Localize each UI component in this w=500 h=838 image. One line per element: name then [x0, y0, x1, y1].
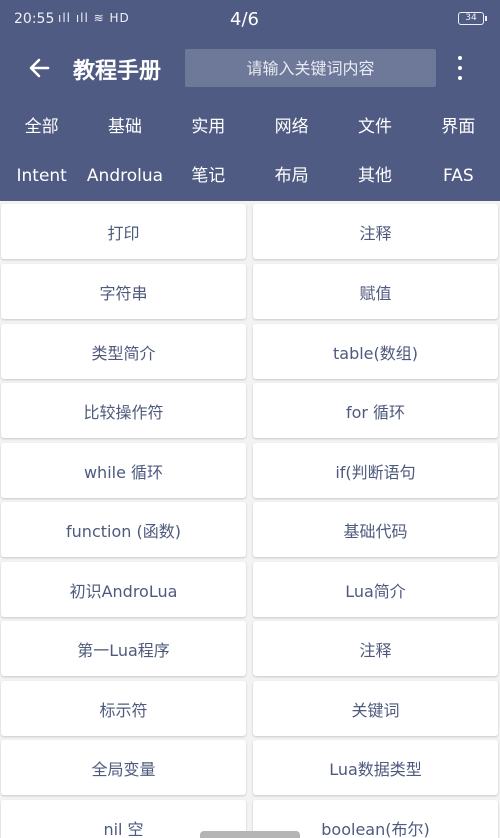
- tutorial-item[interactable]: 标示符: [1, 681, 246, 736]
- tutorial-item[interactable]: 字符串: [1, 264, 246, 319]
- more-options-button[interactable]: [450, 52, 470, 84]
- tutorial-item[interactable]: table(数组): [253, 324, 498, 379]
- page-indicator: 4/6: [230, 9, 259, 30]
- back-button[interactable]: [26, 54, 54, 82]
- arrow-left-icon: [29, 58, 50, 78]
- tab-other[interactable]: 其他: [333, 152, 416, 200]
- tab-practical[interactable]: 实用: [167, 103, 250, 151]
- tutorial-item[interactable]: 类型简介: [1, 324, 246, 379]
- tutorial-item[interactable]: 关键词: [253, 681, 498, 736]
- tab-layout[interactable]: 布局: [250, 152, 333, 200]
- tutorial-item[interactable]: 初识AndroLua: [1, 562, 246, 617]
- search-input[interactable]: [185, 49, 436, 87]
- app-header: 20:55 ıll ıll ≋ HD 4/6 34 教程手册 全部 基础 实用 …: [0, 0, 500, 201]
- tab-intent[interactable]: Intent: [0, 152, 83, 200]
- tutorial-item[interactable]: 第一Lua程序: [1, 621, 246, 676]
- tutorial-item[interactable]: 打印: [1, 204, 246, 259]
- tutorial-item[interactable]: 赋值: [253, 264, 498, 319]
- tutorial-item[interactable]: Lua数据类型: [253, 740, 498, 795]
- tutorial-item[interactable]: function (函数): [1, 502, 246, 557]
- tutorial-item[interactable]: 注释: [253, 204, 498, 259]
- page-title: 教程手册: [73, 59, 162, 84]
- tutorial-item[interactable]: 注释: [253, 621, 498, 676]
- tab-basics[interactable]: 基础: [83, 103, 166, 151]
- tutorial-item[interactable]: 全局变量: [1, 740, 246, 795]
- tab-androlua[interactable]: Androlua: [83, 152, 166, 200]
- status-time: 20:55: [14, 11, 55, 27]
- tutorial-item[interactable]: 基础代码: [253, 502, 498, 557]
- tutorial-item[interactable]: for 循环: [253, 383, 498, 438]
- tab-all[interactable]: 全部: [0, 103, 83, 151]
- tab-file[interactable]: 文件: [333, 103, 416, 151]
- tutorial-item[interactable]: if(判断语句: [253, 443, 498, 498]
- signal-icons: ıll ıll ≋ HD: [58, 11, 130, 25]
- battery-icon: 34: [458, 12, 487, 25]
- tutorial-item[interactable]: 比较操作符: [1, 383, 246, 438]
- tutorial-item[interactable]: while 循环: [1, 443, 246, 498]
- status-bar: 20:55 ıll ıll ≋ HD 4/6 34: [0, 0, 500, 38]
- tab-network[interactable]: 网络: [250, 103, 333, 151]
- home-indicator[interactable]: [200, 831, 300, 838]
- category-tabs-row-1: 全部 基础 实用 网络 文件 界面: [0, 103, 500, 151]
- more-vert-icon: [458, 56, 462, 60]
- tab-notes[interactable]: 笔记: [167, 152, 250, 200]
- tab-fas[interactable]: FAS: [417, 152, 500, 200]
- tab-interface[interactable]: 界面: [417, 103, 500, 151]
- tutorial-item[interactable]: Lua简介: [253, 562, 498, 617]
- category-tabs-row-2: Intent Androlua 笔记 布局 其他 FAS: [0, 152, 500, 200]
